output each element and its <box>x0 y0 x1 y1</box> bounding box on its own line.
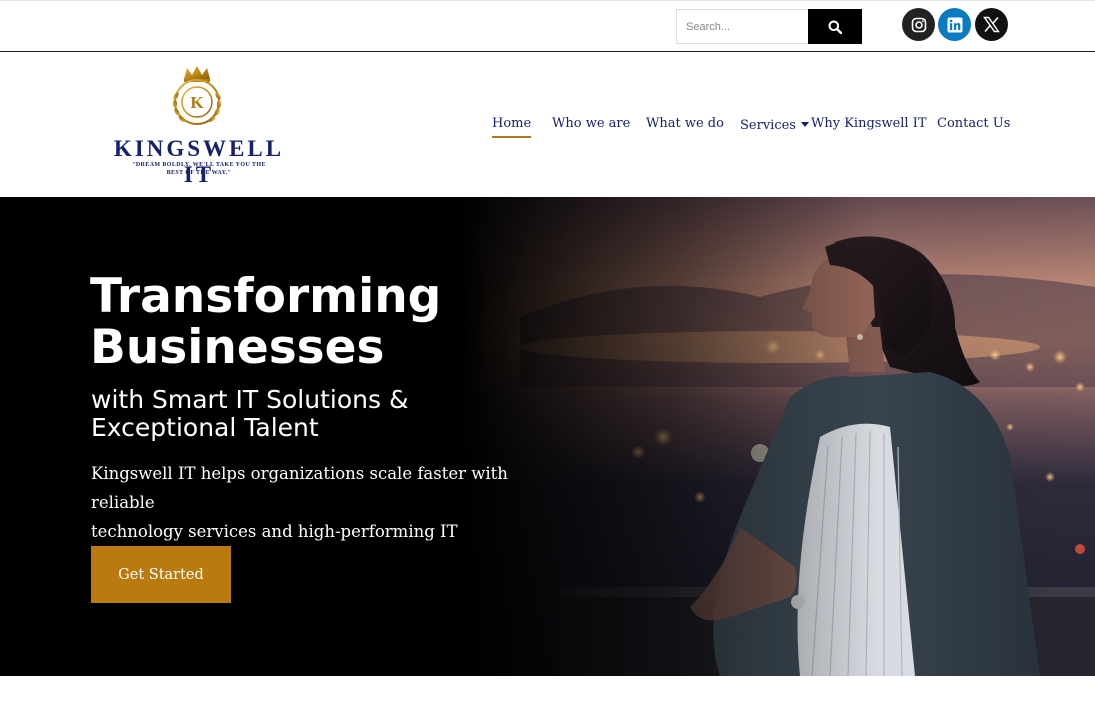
nav-services-label: Services <box>740 118 796 133</box>
site-header: K KINGSWELL IT "DREAM BOLDLY. WE'LL TAKE… <box>0 52 1095 197</box>
nav-services[interactable]: Services <box>740 116 809 138</box>
search-button[interactable] <box>808 9 862 44</box>
nav-why-kingswell[interactable]: Why Kingswell IT <box>811 116 927 138</box>
search-input[interactable] <box>676 9 808 44</box>
x-link[interactable] <box>975 8 1008 41</box>
nav-who-we-are[interactable]: Who we are <box>552 116 630 138</box>
linkedin-link[interactable] <box>938 8 971 41</box>
search-form <box>676 9 862 44</box>
page-bottom-strip <box>0 676 1095 701</box>
nav-contact-us[interactable]: Contact Us <box>937 116 1010 138</box>
hero-subtitle: with Smart IT Solutions & Exceptional Ta… <box>91 385 409 442</box>
caret-down-icon <box>800 116 809 131</box>
hero-title: Transforming Businesses <box>90 269 442 375</box>
linkedin-icon <box>947 17 962 32</box>
nav-home[interactable]: Home <box>492 116 532 138</box>
top-bar <box>0 0 1095 52</box>
nav-what-we-do[interactable]: What we do <box>646 116 724 138</box>
crown-laurel-emblem: K <box>173 66 221 125</box>
search-icon <box>828 20 842 34</box>
logo-tagline: "DREAM BOLDLY. WE'LL TAKE YOU THE BEST O… <box>132 162 266 176</box>
instagram-icon <box>911 17 926 32</box>
hero-section: Transforming Businesses with Smart IT So… <box>0 197 1095 676</box>
svg-text:K: K <box>190 93 204 112</box>
get-started-button[interactable]: Get Started <box>91 546 231 603</box>
site-logo[interactable]: K KINGSWELL IT "DREAM BOLDLY. WE'LL TAKE… <box>96 64 306 187</box>
instagram-link[interactable] <box>902 8 935 41</box>
x-twitter-icon <box>983 16 1000 33</box>
